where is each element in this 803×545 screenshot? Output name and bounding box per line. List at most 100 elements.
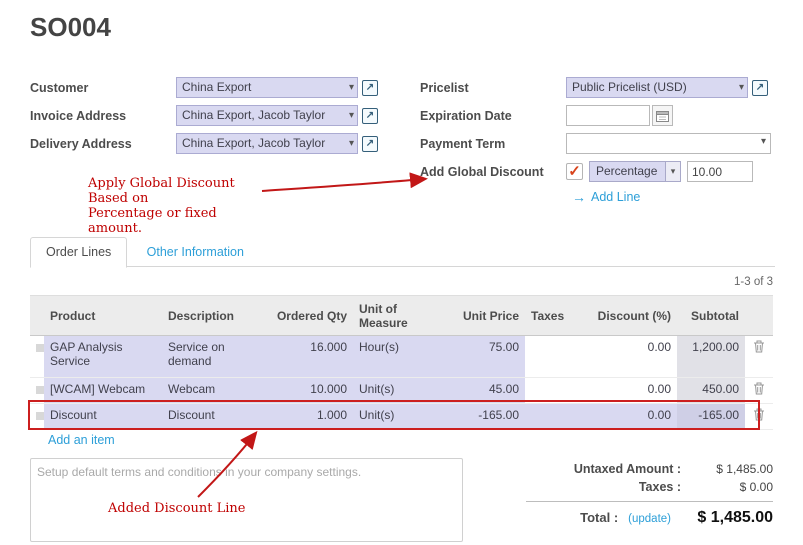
annotation-line: Percentage or fixed amount. [88,206,273,236]
chevron-down-icon[interactable]: ▾ [739,78,744,97]
cell-uom[interactable]: Hour(s) [353,336,450,378]
cell-taxes[interactable] [525,378,577,404]
global-discount-checkbox[interactable]: ✓ [566,163,583,180]
delivery-address-select[interactable]: China Export, Jacob Taylor ▾ [176,133,358,154]
invoice-address-select[interactable]: China Export, Jacob Taylor ▾ [176,105,358,126]
chevron-down-icon[interactable]: ▾ [349,78,354,97]
customer-value: China Export [182,80,251,94]
row-handle[interactable] [30,378,44,404]
cell-discount[interactable]: 0.00 [577,404,677,430]
col-product[interactable]: Product [44,296,162,336]
form-right-column: Pricelist Public Pricelist (USD) ▾ ↗ Exp… [420,76,780,205]
pager[interactable]: 1-3 of 3 [734,276,773,288]
cell-taxes[interactable] [525,404,577,430]
col-discount[interactable]: Discount (%) [577,296,677,336]
totals-divider [526,501,773,502]
cell-description[interactable]: Discount [162,404,265,430]
open-pricelist-icon[interactable]: ↗ [752,80,768,96]
customer-label: Customer [30,81,176,95]
add-line-button[interactable]: → Add Line [572,189,780,205]
add-line-arrow-icon: → [572,189,586,205]
open-delivery-address-icon[interactable]: ↗ [362,136,378,152]
delete-row-button[interactable] [745,378,773,404]
drag-handle-icon[interactable] [36,412,44,420]
annotation-global-discount: Apply Global Discount Based on Percentag… [88,176,273,236]
customer-select[interactable]: China Export ▾ [176,77,358,98]
table-row[interactable]: [WCAM] Webcam Webcam 10.000 Unit(s) 45.0… [30,378,773,404]
field-invoice-address: Invoice Address China Export, Jacob Tayl… [30,104,410,127]
pricelist-select[interactable]: Public Pricelist (USD) ▾ [566,77,748,98]
delivery-address-label: Delivery Address [30,137,176,151]
cell-uom[interactable]: Unit(s) [353,378,450,404]
row-handle[interactable] [30,336,44,378]
trash-icon [753,408,765,421]
cell-product[interactable]: GAP Analysis Service [44,336,162,378]
notebook-tabs: Order Lines Other Information [30,236,775,267]
cell-discount[interactable]: 0.00 [577,336,677,378]
cell-qty[interactable]: 10.000 [265,378,353,404]
cell-subtotal: 450.00 [677,378,745,404]
payment-term-label: Payment Term [420,137,566,151]
page-title: SO004 [30,12,111,43]
annotation-discount-line: Added Discount Line [108,501,246,516]
terms-and-conditions-textarea[interactable] [30,458,463,542]
handle-column-header [30,296,44,336]
chevron-down-icon: ▾ [665,162,680,181]
cell-unit-price[interactable]: 45.00 [450,378,525,404]
expiration-date-input[interactable] [566,105,650,126]
cell-description[interactable]: Service on demand [162,336,265,378]
drag-handle-icon[interactable] [36,386,44,394]
update-total-link[interactable]: (update) [628,513,671,525]
cell-unit-price[interactable]: -165.00 [450,404,525,430]
cell-description[interactable]: Webcam [162,378,265,404]
tab-other-information[interactable]: Other Information [131,237,260,268]
calendar-icon[interactable] [652,105,673,126]
calendar-glyph [656,110,669,122]
col-subtotal[interactable]: Subtotal [677,296,745,336]
col-unit-price[interactable]: Unit Price [450,296,525,336]
cell-uom[interactable]: Unit(s) [353,404,450,430]
col-unit-of-measure[interactable]: Unit of Measure [353,296,450,336]
cell-discount[interactable]: 0.00 [577,378,677,404]
cell-product[interactable]: Discount [44,404,162,430]
check-icon: ✓ [568,164,581,179]
cell-taxes[interactable] [525,336,577,378]
field-delivery-address: Delivery Address China Export, Jacob Tay… [30,132,410,155]
invoice-address-value: China Export, Jacob Taylor [182,108,325,122]
chevron-down-icon[interactable]: ▾ [349,106,354,125]
annotation-line: Apply Global Discount Based on [88,176,273,206]
payment-term-select[interactable]: ▾ [566,133,771,154]
order-lines-table: Product Description Ordered Qty Unit of … [30,295,773,430]
taxes-label: Taxes : [518,480,681,494]
table-row-discount[interactable]: Discount Discount 1.000 Unit(s) -165.00 … [30,404,773,430]
chevron-down-icon: ▾ [761,136,766,147]
delete-column-header [745,296,773,336]
cell-unit-price[interactable]: 75.00 [450,336,525,378]
chevron-down-icon[interactable]: ▾ [349,134,354,153]
table-header-row: Product Description Ordered Qty Unit of … [30,296,773,336]
open-customer-icon[interactable]: ↗ [362,80,378,96]
discount-type-select[interactable]: Percentage ▾ [589,161,681,182]
delete-row-button[interactable] [745,336,773,378]
cell-subtotal: -165.00 [677,404,745,430]
drag-handle-icon[interactable] [36,344,44,352]
discount-amount-input[interactable] [687,161,753,182]
cell-qty[interactable]: 16.000 [265,336,353,378]
open-invoice-address-icon[interactable]: ↗ [362,108,378,124]
col-ordered-qty[interactable]: Ordered Qty [265,296,353,336]
col-taxes[interactable]: Taxes [525,296,577,336]
table-row[interactable]: GAP Analysis Service Service on demand 1… [30,336,773,378]
delete-row-button[interactable] [745,404,773,430]
row-handle[interactable] [30,404,44,430]
col-description[interactable]: Description [162,296,265,336]
tab-order-lines[interactable]: Order Lines [30,237,127,268]
cell-qty[interactable]: 1.000 [265,404,353,430]
add-an-item-link[interactable]: Add an item [48,433,115,447]
untaxed-amount-row: Untaxed Amount : $ 1,485.00 [518,462,773,476]
form-left-column: Customer China Export ▾ ↗ Invoice Addres… [30,76,410,160]
field-customer: Customer China Export ▾ ↗ [30,76,410,99]
total-label: Total : [580,510,618,525]
cell-product[interactable]: [WCAM] Webcam [44,378,162,404]
pricelist-label: Pricelist [420,81,566,95]
pricelist-value: Public Pricelist (USD) [572,80,687,94]
